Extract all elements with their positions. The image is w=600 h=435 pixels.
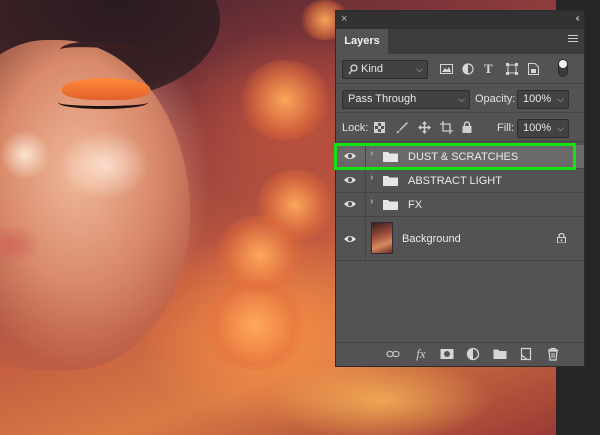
opacity-value: 100% bbox=[523, 93, 552, 105]
folder-icon bbox=[383, 176, 398, 186]
layers-footer: fx bbox=[336, 342, 584, 366]
expand-group-chevron-icon[interactable]: › bbox=[370, 196, 373, 207]
opacity-label: Opacity: bbox=[475, 93, 516, 105]
selection-highlight-box bbox=[334, 143, 576, 170]
panel-menu-icon[interactable] bbox=[568, 35, 578, 44]
blend-mode-dropdown[interactable]: Pass Through ⌵ bbox=[342, 90, 470, 109]
lock-row: Lock: Fill: 100% ⌵ bbox=[336, 113, 584, 142]
adjustment-filter-icon[interactable] bbox=[462, 63, 474, 75]
layers-panel: × ‹‹ Layers Kind ⌵ T Pass Through ⌵ Opac… bbox=[335, 10, 585, 367]
chevron-down-icon: ⌵ bbox=[557, 123, 564, 133]
lock-image-pixels-icon[interactable] bbox=[396, 121, 408, 134]
layer-thumbnail bbox=[371, 222, 393, 254]
new-layer-icon[interactable] bbox=[519, 347, 533, 361]
lock-label: Lock: bbox=[342, 122, 369, 134]
fill-label: Fill: bbox=[497, 122, 515, 134]
lock-all-icon[interactable] bbox=[462, 121, 472, 133]
close-panel-icon[interactable]: × bbox=[341, 13, 347, 25]
layer-name: FX bbox=[408, 199, 423, 211]
image-filter-icon[interactable] bbox=[440, 63, 453, 75]
layer-row-background[interactable]: Background bbox=[336, 217, 584, 261]
divider bbox=[365, 193, 366, 216]
divider bbox=[365, 169, 366, 192]
chevron-down-icon: ⌵ bbox=[416, 64, 423, 74]
blend-row: Pass Through ⌵ Opacity: 100% ⌵ bbox=[336, 84, 584, 113]
divider bbox=[365, 217, 366, 260]
layer-lock-icon bbox=[557, 233, 566, 243]
opacity-slider-toggle[interactable]: ⌵ bbox=[552, 90, 569, 109]
link-layers-icon[interactable] bbox=[386, 347, 400, 361]
visibility-eye-icon[interactable] bbox=[343, 233, 357, 245]
smart-object-filter-icon[interactable] bbox=[528, 63, 539, 75]
lock-artboard-icon[interactable] bbox=[440, 121, 453, 134]
visibility-eye-icon[interactable] bbox=[343, 198, 357, 210]
type-filter-icon[interactable]: T bbox=[484, 62, 493, 76]
nose-highlight bbox=[0, 130, 50, 180]
filter-toggle-icon[interactable] bbox=[558, 59, 568, 77]
lock-transparent-pixels-icon[interactable] bbox=[374, 122, 385, 133]
chevron-down-icon: ⌵ bbox=[458, 94, 465, 104]
flower bbox=[200, 280, 310, 370]
expand-group-chevron-icon[interactable]: › bbox=[370, 172, 373, 183]
add-mask-icon[interactable] bbox=[440, 347, 454, 361]
panel-title-bar: × ‹‹ bbox=[336, 11, 584, 29]
lock-position-icon[interactable] bbox=[418, 121, 431, 134]
cheek-highlight bbox=[60, 130, 150, 200]
blend-mode-value: Pass Through bbox=[348, 93, 417, 105]
fx-icon[interactable]: fx bbox=[414, 347, 428, 361]
panel-tab-bar: Layers bbox=[336, 29, 584, 54]
layer-name: Background bbox=[402, 233, 461, 245]
folder-icon bbox=[383, 200, 398, 210]
layer-name: ABSTRACT LIGHT bbox=[408, 175, 502, 187]
fill-slider-toggle[interactable]: ⌵ bbox=[552, 119, 569, 138]
search-icon bbox=[348, 64, 358, 75]
collapse-panel-icon[interactable]: ‹‹ bbox=[575, 13, 579, 24]
filter-kind-dropdown[interactable]: Kind ⌵ bbox=[342, 60, 428, 79]
eyelash bbox=[58, 96, 148, 109]
tab-layers[interactable]: Layers bbox=[336, 29, 388, 54]
layer-row-abstract-light[interactable]: › ABSTRACT LIGHT bbox=[336, 169, 584, 193]
layer-row-fx[interactable]: › FX bbox=[336, 193, 584, 217]
fill-value: 100% bbox=[523, 122, 552, 134]
chevron-down-icon: ⌵ bbox=[557, 94, 564, 104]
adjustment-layer-icon[interactable] bbox=[466, 347, 480, 361]
visibility-eye-icon[interactable] bbox=[343, 174, 357, 186]
filter-row: Kind ⌵ T bbox=[336, 54, 584, 84]
shape-filter-icon[interactable] bbox=[506, 63, 518, 75]
flower bbox=[240, 60, 330, 140]
delete-layer-icon[interactable] bbox=[546, 347, 560, 361]
filter-kind-label: Kind bbox=[361, 63, 384, 75]
new-group-icon[interactable] bbox=[493, 347, 507, 361]
